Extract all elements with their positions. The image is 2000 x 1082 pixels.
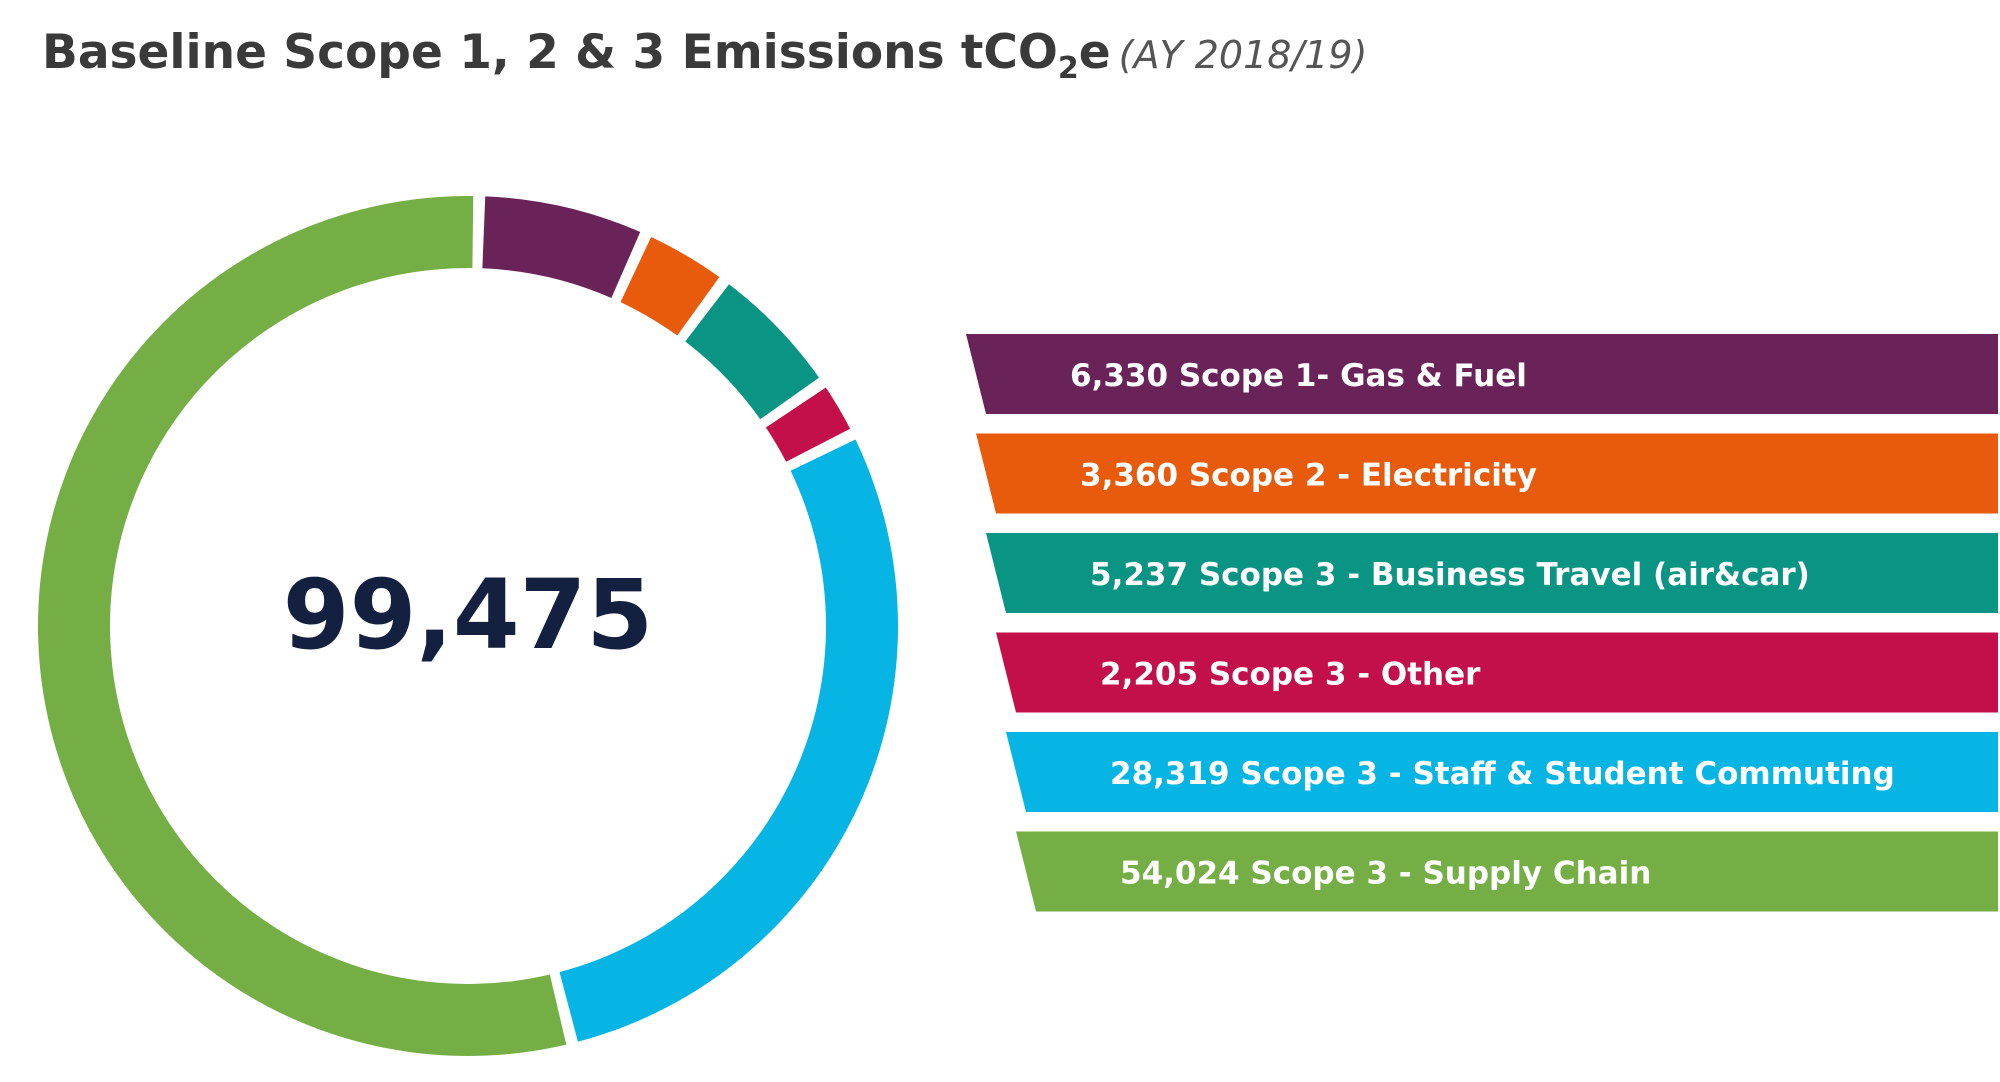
legend-label-5: 28,319 Scope 3 - Staff & Student Commuti…: [1110, 756, 1895, 792]
donut-chart: 99,475 6,330 Scope 1- Gas & Fuel 3,360 Sc…: [38, 195, 1998, 1056]
donut-slice-5: [559, 439, 899, 1042]
legend-label-3: 5,237 Scope 3 - Business Travel (air&car…: [1090, 557, 1810, 593]
legend-label-6: 54,024 Scope 3 - Supply Chain: [1120, 856, 1651, 892]
legend-label-2: 3,360 Scope 2 - Electricity: [1080, 458, 1537, 494]
donut-slice-1: [482, 196, 641, 298]
legend-label-4: 2,205 Scope 3 - Other: [1100, 657, 1481, 693]
donut-slice-3: [685, 284, 820, 420]
total-value: 99,475: [283, 559, 653, 671]
legend: 6,330 Scope 1- Gas & Fuel 3,360 Scope 2 -…: [966, 334, 1998, 912]
legend-label-1: 6,330 Scope 1- Gas & Fuel: [1070, 358, 1527, 394]
